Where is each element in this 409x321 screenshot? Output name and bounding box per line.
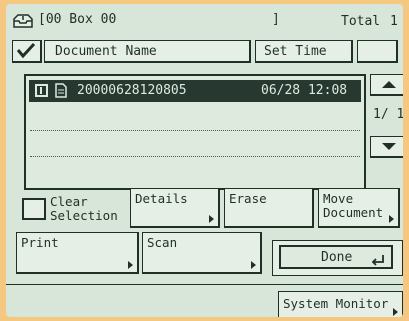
column-header-document-name-label: Document Name [55,44,157,59]
return-arrow-icon [371,251,385,270]
total-count: 1 [390,14,398,29]
done-label: Done [321,250,353,265]
scan-label: Scan [147,235,178,250]
submenu-arrow-icon [389,215,394,223]
system-monitor-button[interactable]: System Monitor [278,291,403,317]
document-set-time: 06/28 12:08 [261,83,348,98]
scroll-down-icon [382,143,396,150]
total-label: Total [341,14,381,29]
document-list: 20000628120805 06/28 12:08 [24,74,366,190]
erase-button[interactable]: Erase [224,188,314,228]
details-label: Details [135,191,188,206]
column-header-set-time[interactable]: Set Time [255,40,353,63]
details-button[interactable]: Details [130,188,220,228]
print-label: Print [21,235,59,250]
column-header-set-time-label: Set Time [264,44,327,59]
print-button[interactable]: Print [16,232,139,274]
checkbox-icon [35,84,48,97]
scroll-down-button[interactable] [370,136,403,158]
done-button[interactable]: Done [279,245,393,269]
document-icon [55,83,67,102]
bottom-divider [6,284,403,285]
box-title: [00 Box 00 [38,12,117,27]
scan-button[interactable]: Scan [142,232,262,274]
column-header-document-name[interactable]: Document Name [44,40,251,63]
done-button-frame: Done [272,240,403,276]
document-name: 20000628120805 [77,83,187,98]
select-all-check[interactable] [12,40,42,63]
empty-row-divider [30,156,360,157]
erase-label: Erase [229,191,267,206]
submenu-arrow-icon [128,261,133,269]
submenu-arrow-icon [393,308,398,316]
submenu-arrow-icon [209,215,214,223]
submenu-arrow-icon [251,261,256,269]
scroll-up-button[interactable] [370,74,403,96]
move-document-button[interactable]: Move Document [318,188,400,228]
box-title-close: ] [272,12,280,27]
page-indicator: 1/ 1 [373,107,403,122]
empty-row-divider [30,130,360,131]
clear-selection-label: Clear Selection [50,194,118,223]
scroll-up-icon [382,81,396,88]
checkmark-icon [16,42,36,59]
column-header-blank [357,40,398,63]
lcd-screen: [00 Box 00 ] Total 1 Document Name Set T… [6,4,403,317]
move-document-label: Move Document [323,191,384,220]
box-icon [12,13,34,29]
clear-selection-box [22,198,46,220]
clear-selection-button[interactable]: Clear Selection [16,190,124,228]
list-item[interactable]: 20000628120805 06/28 12:08 [29,80,361,102]
system-monitor-label: System Monitor [283,296,389,311]
